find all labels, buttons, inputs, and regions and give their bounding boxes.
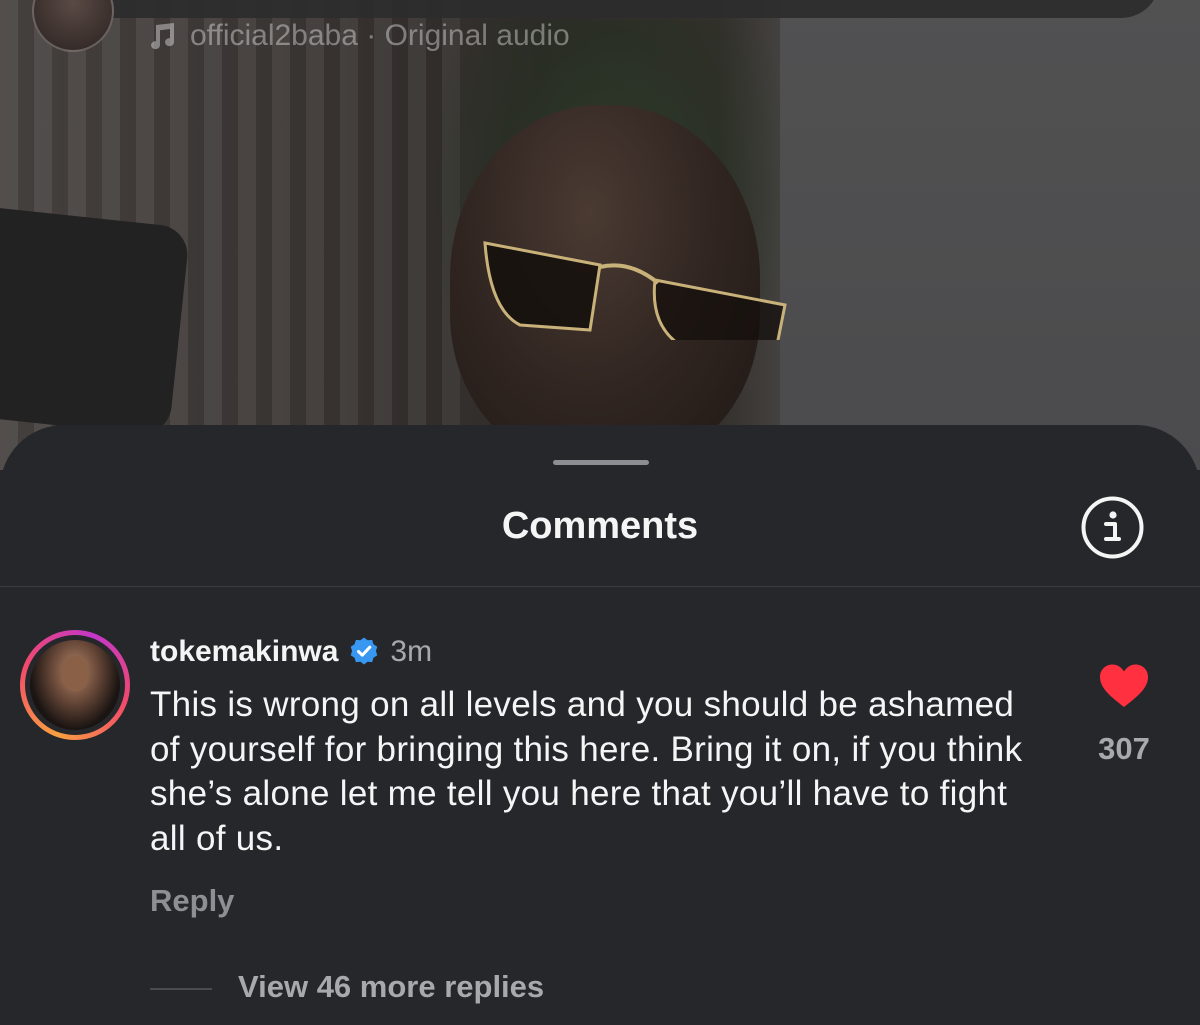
comment-body: This is wrong on all levels and you shou… xyxy=(150,685,1023,858)
replies-divider-line xyxy=(150,988,212,990)
chair xyxy=(0,203,191,437)
info-icon[interactable] xyxy=(1080,495,1145,560)
sunglasses xyxy=(483,241,787,340)
verified-badge-icon xyxy=(351,637,378,665)
wall xyxy=(780,0,1200,470)
comments-sheet: Comments tokemakinwa 3m This is wrong on… xyxy=(0,425,1200,1025)
music-note-icon xyxy=(151,23,175,50)
comment-header: tokemakinwa 3m xyxy=(150,630,432,674)
video-frame: official2baba · Original audio xyxy=(0,0,1200,470)
comment-username[interactable]: tokemakinwa xyxy=(150,635,338,669)
sheet-grabber-handle[interactable] xyxy=(553,460,649,465)
audio-label: official2baba · Original audio xyxy=(190,19,570,52)
comment-timestamp: 3m xyxy=(390,635,433,668)
header-divider xyxy=(0,586,1200,587)
sheet-title: Comments xyxy=(501,505,699,547)
heart-icon[interactable] xyxy=(1098,663,1150,709)
like-count: 307 xyxy=(1098,731,1150,766)
reply-button[interactable]: Reply xyxy=(150,883,234,919)
commenter-avatar[interactable] xyxy=(20,630,130,740)
audio-attribution[interactable]: official2baba · Original audio xyxy=(148,16,570,56)
view-more-replies-button[interactable]: View 46 more replies xyxy=(238,969,544,1005)
